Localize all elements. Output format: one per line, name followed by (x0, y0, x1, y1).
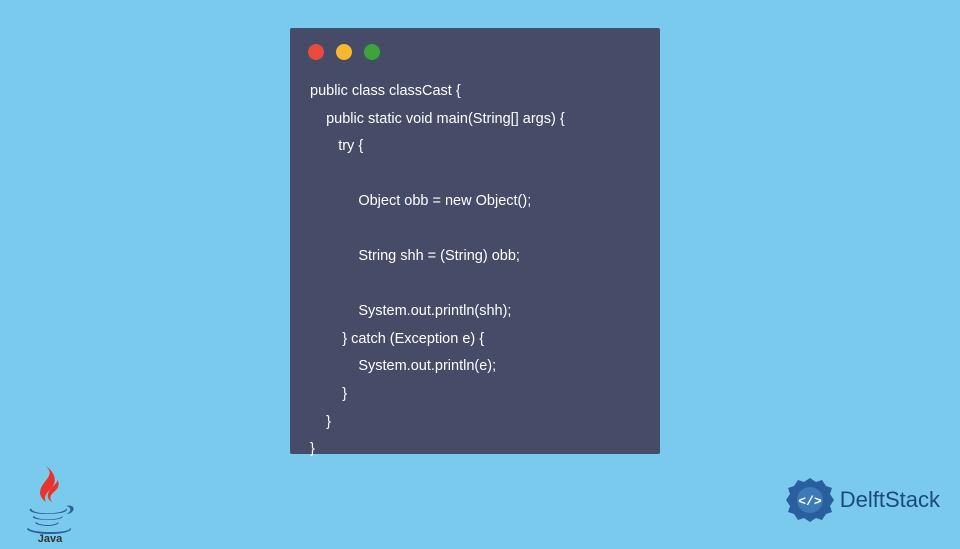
code-window: public class classCast { public static v… (290, 28, 660, 454)
delftstack-text: DelftStack (840, 487, 940, 513)
maximize-icon (364, 44, 380, 60)
svg-text:</>: </> (798, 494, 822, 509)
java-logo-icon: Java (18, 464, 82, 536)
close-icon (308, 44, 324, 60)
window-controls (290, 28, 660, 68)
code-content: public class classCast { public static v… (290, 68, 660, 484)
minimize-icon (336, 44, 352, 60)
delftstack-logo: </> DelftStack (786, 476, 940, 524)
delftstack-badge-icon: </> (786, 476, 834, 524)
svg-text:Java: Java (38, 533, 63, 544)
